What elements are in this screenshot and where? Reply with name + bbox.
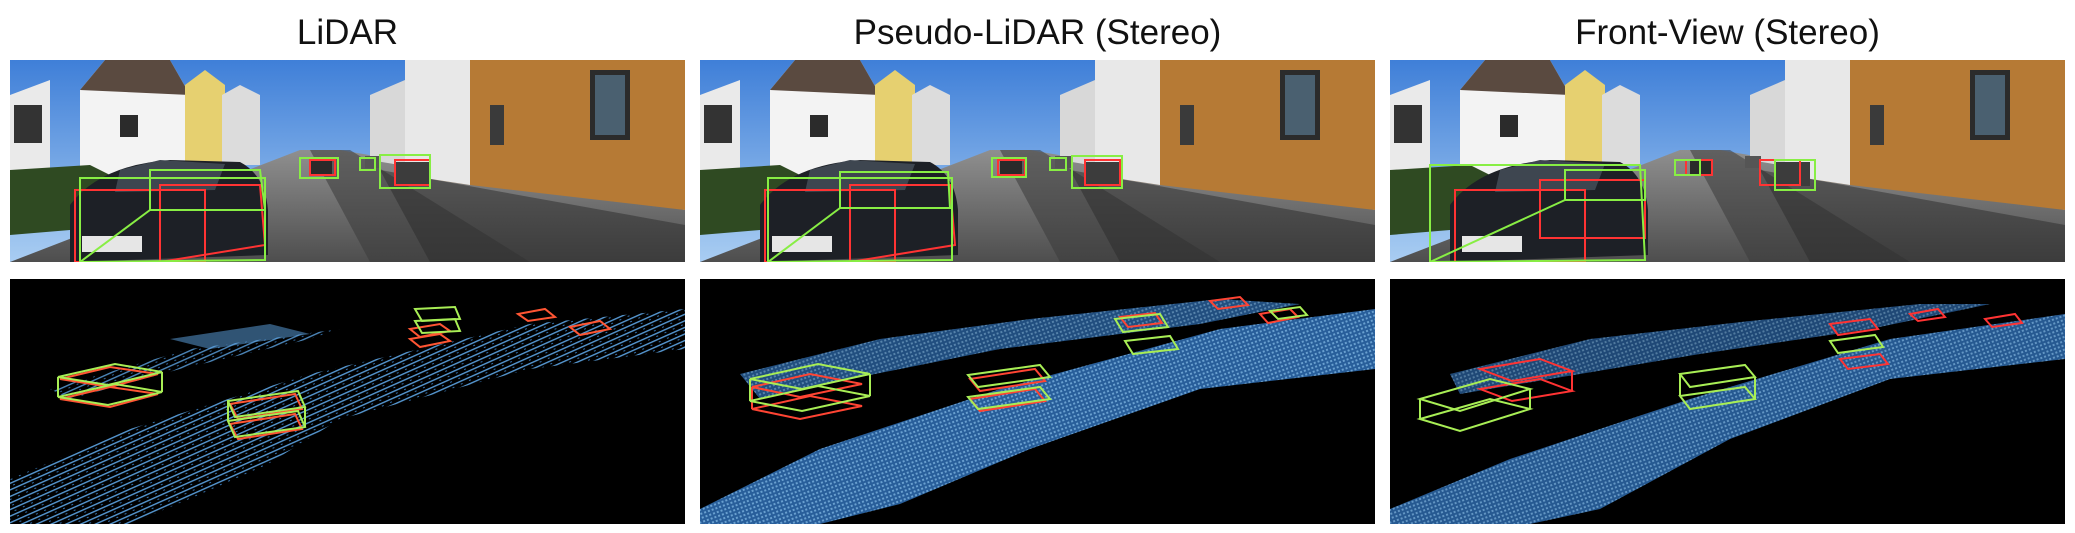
point-cloud-lidar [10,279,685,524]
panel-title-lidar: LiDAR [296,13,399,52]
point-cloud-front-view [1390,279,2065,524]
point-cloud-pseudo-lidar [700,279,1375,524]
panel-title-front-view: Front-View (Stereo) [1575,13,1880,52]
panel-title-pseudo-lidar: Pseudo-LiDAR (Stereo) [853,13,1222,52]
camera-image-lidar [10,60,685,262]
camera-image-front-view [1390,60,2065,262]
camera-image-pseudo-lidar [700,60,1375,262]
